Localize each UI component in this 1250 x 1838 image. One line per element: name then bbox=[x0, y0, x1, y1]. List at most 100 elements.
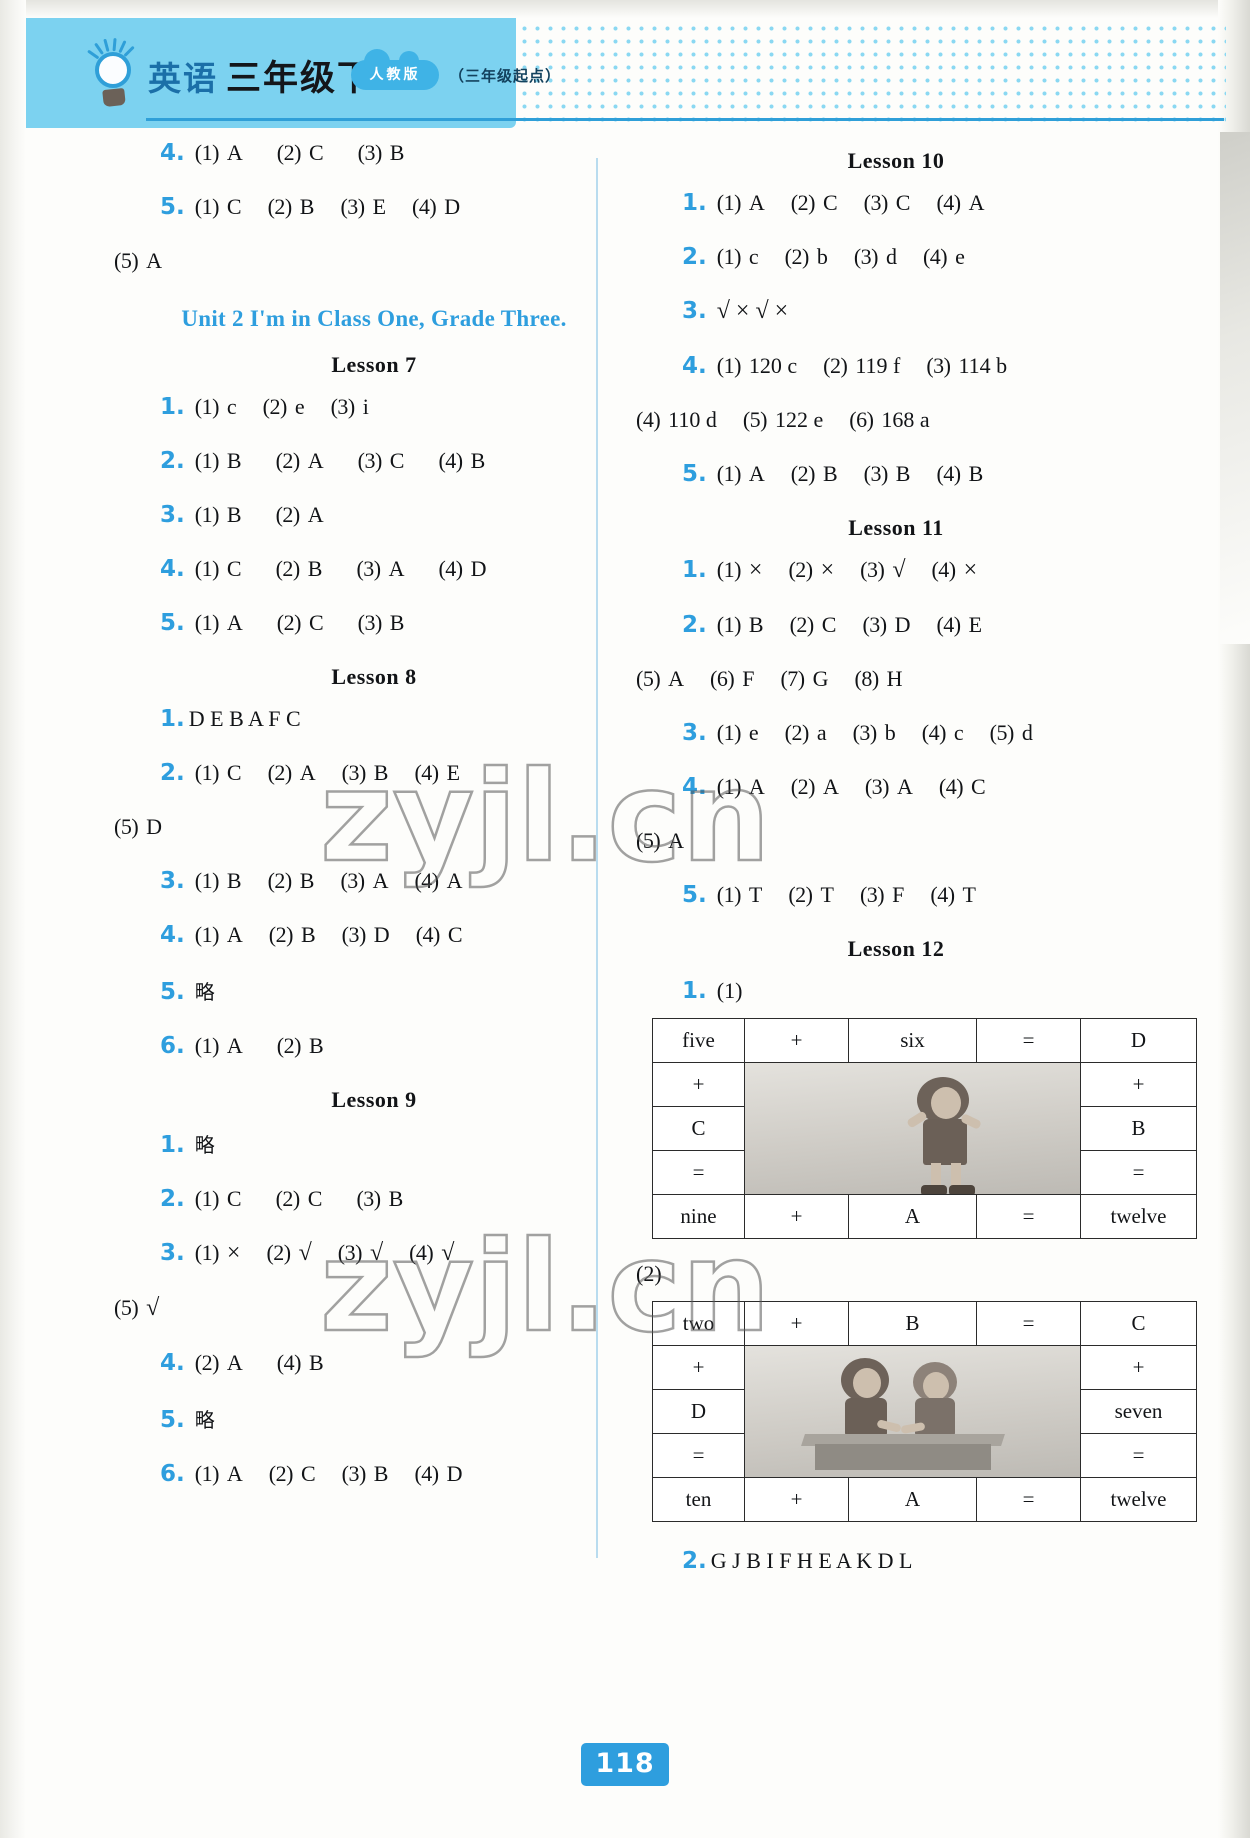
answer-label: (3) bbox=[357, 448, 383, 473]
answer-label: (2) bbox=[790, 461, 816, 486]
question-number: 2. bbox=[160, 760, 185, 786]
answer-value: × bbox=[963, 557, 978, 583]
answer-value: B bbox=[226, 868, 242, 893]
answer-label: (5) bbox=[114, 814, 139, 839]
answer-label: (4) bbox=[938, 774, 964, 799]
answer-value: C bbox=[822, 190, 838, 215]
answer-row: 5. 略 bbox=[114, 976, 634, 1005]
question-number: 5. bbox=[160, 979, 185, 1005]
answer-label: (1) bbox=[194, 194, 220, 219]
header-rule bbox=[146, 118, 1224, 121]
question-number: 4. bbox=[682, 774, 707, 800]
answer-value: B bbox=[822, 461, 838, 486]
answer-value: 119 f bbox=[855, 353, 901, 378]
answer-value: H bbox=[886, 666, 903, 691]
answer-label: (4) bbox=[922, 244, 948, 269]
answer-label: (2) bbox=[268, 1461, 294, 1486]
answer-label: (5) bbox=[989, 720, 1015, 745]
answer-value: B bbox=[373, 760, 389, 785]
question-number: 1. bbox=[160, 1132, 185, 1158]
answer-value: √ bbox=[892, 557, 906, 583]
answer-label: (2) bbox=[790, 190, 816, 215]
question-number: 3. bbox=[160, 502, 185, 528]
answer-value: B bbox=[300, 922, 316, 947]
answer-label: (4) bbox=[415, 922, 441, 947]
answer-value: × bbox=[748, 557, 763, 583]
answer-value: A bbox=[446, 868, 463, 893]
question-number: 1. bbox=[682, 557, 707, 583]
answer-row: 4. (1) 120 c (2) 119 f (3) 114 b bbox=[636, 353, 1156, 379]
answer-value: b bbox=[884, 720, 896, 745]
answer-value: C bbox=[308, 140, 324, 165]
answer-value: c bbox=[953, 720, 964, 745]
answer-value: B bbox=[307, 556, 323, 581]
answer-value: √ bbox=[298, 1240, 312, 1266]
table-row: + + bbox=[652, 1345, 1197, 1478]
answer-value: e bbox=[294, 394, 305, 419]
answer-label: (4) bbox=[936, 461, 961, 486]
answer-value: 120 c bbox=[748, 353, 798, 378]
answer-value: C bbox=[226, 760, 242, 785]
answer-label: (5) bbox=[114, 248, 139, 273]
question-number: 2. bbox=[160, 1186, 185, 1212]
answer-label: (4) bbox=[930, 882, 955, 907]
answer-value: √ bbox=[146, 1295, 160, 1321]
answer-row: 4. (1) C (2) B (3) A (4) D bbox=[114, 556, 634, 582]
answer-value: C bbox=[895, 190, 911, 215]
question-number: 2. bbox=[682, 612, 707, 638]
answer-value: a bbox=[816, 720, 827, 745]
answer-marks: √ × √ × bbox=[716, 298, 789, 324]
answer-label: (2) bbox=[275, 448, 301, 473]
answer-continuation-row: (4) 110 d (5) 122 e (6) 168 a bbox=[636, 407, 1156, 433]
cell: twelve bbox=[1080, 1194, 1197, 1239]
answer-label: (3) bbox=[340, 868, 365, 893]
answer-row: 2. (1) B (2) A (3) C (4) B bbox=[114, 448, 634, 474]
lesson-heading: Lesson 7 bbox=[331, 352, 417, 377]
answer-row: 2. (1) C (2) C (3) B bbox=[114, 1186, 634, 1212]
question-number: 3. bbox=[160, 1240, 185, 1266]
answer-value: E bbox=[446, 760, 461, 785]
page-number: 118 bbox=[0, 1743, 1250, 1786]
question-number: 4. bbox=[160, 140, 185, 166]
lightbulb-icon bbox=[81, 37, 143, 114]
answer-row: 5. (1) C (2) B (3) E (4) D bbox=[114, 194, 634, 220]
answer-label: (2) bbox=[784, 244, 810, 269]
subject-title: 英语 bbox=[148, 59, 218, 98]
question-number: 3. bbox=[160, 868, 185, 894]
answer-row: 6. (1) A (2) B bbox=[114, 1033, 634, 1059]
answer-label: (1) bbox=[194, 760, 220, 785]
answer-label: (4) bbox=[276, 1350, 302, 1375]
table-row: two + B = C bbox=[652, 1301, 1197, 1346]
answer-value: A bbox=[748, 190, 765, 215]
answer-row: 2. (1) c (2) b (3) d (4) e bbox=[636, 244, 1156, 270]
answer-label: (4) bbox=[921, 720, 947, 745]
answer-label: (1) bbox=[194, 394, 220, 419]
answer-label: (2) bbox=[788, 882, 813, 907]
answer-label: (1) bbox=[716, 461, 742, 486]
two-children-at-desk-illustration bbox=[744, 1345, 1081, 1478]
answer-value: 122 e bbox=[775, 407, 824, 432]
answer-label: (2) bbox=[276, 1033, 302, 1058]
answer-sequence: G J B I F H E A K D L bbox=[710, 1548, 913, 1573]
answer-value: A bbox=[748, 461, 765, 486]
answer-value: B bbox=[308, 1033, 324, 1058]
answer-row: 1. (1) A (2) C (3) C (4) A bbox=[636, 190, 1156, 216]
answer-label: (1) bbox=[194, 556, 220, 581]
answer-value: C bbox=[226, 194, 242, 219]
answer-value: C bbox=[300, 1461, 316, 1486]
answer-label: (2) bbox=[267, 868, 293, 893]
answer-value: A bbox=[822, 774, 839, 799]
answer-label: (2) bbox=[194, 1350, 220, 1375]
answer-value: E bbox=[372, 194, 387, 219]
page-corner-tear bbox=[1220, 132, 1250, 644]
answer-label: (2) bbox=[789, 612, 815, 637]
answer-label: (1) bbox=[194, 1461, 220, 1486]
answer-value: A bbox=[226, 1461, 243, 1486]
answer-value: D bbox=[894, 612, 911, 637]
answer-value: D bbox=[444, 194, 461, 219]
cell: D bbox=[1080, 1018, 1197, 1063]
answer-label: (3) bbox=[341, 922, 367, 947]
answer-label: (1) bbox=[194, 610, 220, 635]
answer-value: √ bbox=[369, 1240, 384, 1266]
answer-label: (3) bbox=[852, 720, 878, 745]
